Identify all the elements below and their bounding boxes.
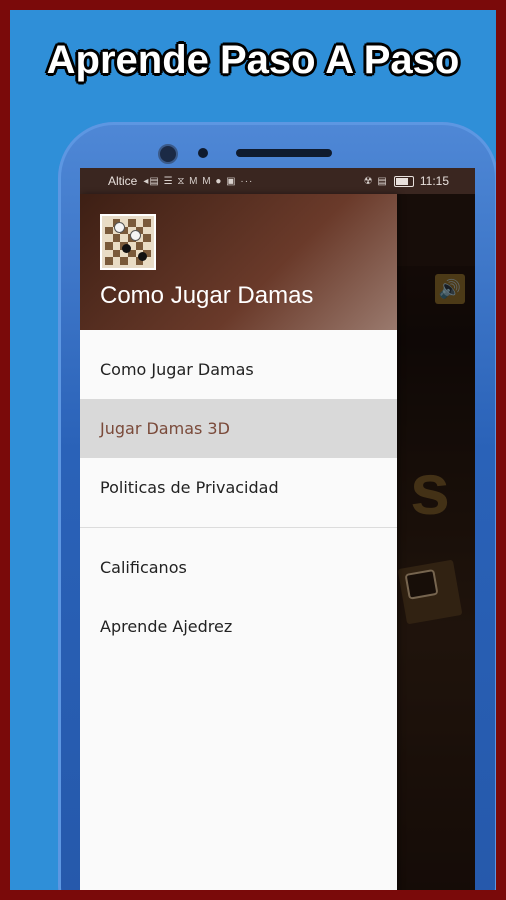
notification-icons: ◂▤ ☰ ⧖ M M ● ▣ ···: [143, 175, 254, 187]
menu-item-privacidad[interactable]: Politicas de Privacidad: [80, 458, 397, 517]
white-piece: [130, 230, 141, 241]
navigation-drawer: Como Jugar Damas Como Jugar Damas Jugar …: [80, 194, 397, 890]
drawer-title: Como Jugar Damas: [100, 282, 314, 309]
front-camera: [158, 144, 178, 164]
battery-icon: [393, 175, 414, 187]
menu-item-jugar-3d[interactable]: Jugar Damas 3D: [80, 399, 397, 458]
system-icons: ☢ ▤: [363, 175, 388, 187]
drawer-header: Como Jugar Damas: [80, 194, 397, 330]
earpiece-speaker: [236, 149, 332, 157]
white-piece: [114, 222, 125, 233]
menu-divider: [80, 527, 397, 528]
black-piece: [138, 252, 147, 261]
menu-item-ajedrez[interactable]: Aprende Ajedrez: [80, 597, 397, 656]
proximity-sensor: [198, 148, 208, 158]
drawer-menu: Como Jugar Damas Jugar Damas 3D Politica…: [80, 330, 397, 656]
carrier-label: Altice: [108, 174, 138, 188]
clock: 11:15: [419, 174, 449, 188]
status-bar: Altice ◂▤ ☰ ⧖ M M ● ▣ ··· ☢ ▤ 11:15: [80, 168, 475, 194]
promo-headline: Aprende Paso A Paso: [46, 38, 460, 82]
phone-mockup: Altice ◂▤ ☰ ⧖ M M ● ▣ ··· ☢ ▤ 11:15 🔊 s: [58, 122, 496, 890]
menu-item-como-jugar[interactable]: Como Jugar Damas: [80, 340, 397, 399]
checkers-board-logo: [100, 214, 156, 270]
phone-screen: Altice ◂▤ ☰ ⧖ M M ● ▣ ··· ☢ ▤ 11:15 🔊 s: [80, 168, 475, 890]
status-right: ☢ ▤ 11:15: [364, 174, 449, 188]
black-piece: [122, 244, 131, 253]
promo-frame: Aprende Paso A Paso Altice ◂▤ ☰ ⧖ M M ● …: [0, 0, 506, 900]
menu-item-calificanos[interactable]: Calificanos: [80, 538, 397, 597]
status-left: Altice ◂▤ ☰ ⧖ M M ● ▣ ···: [108, 174, 253, 188]
